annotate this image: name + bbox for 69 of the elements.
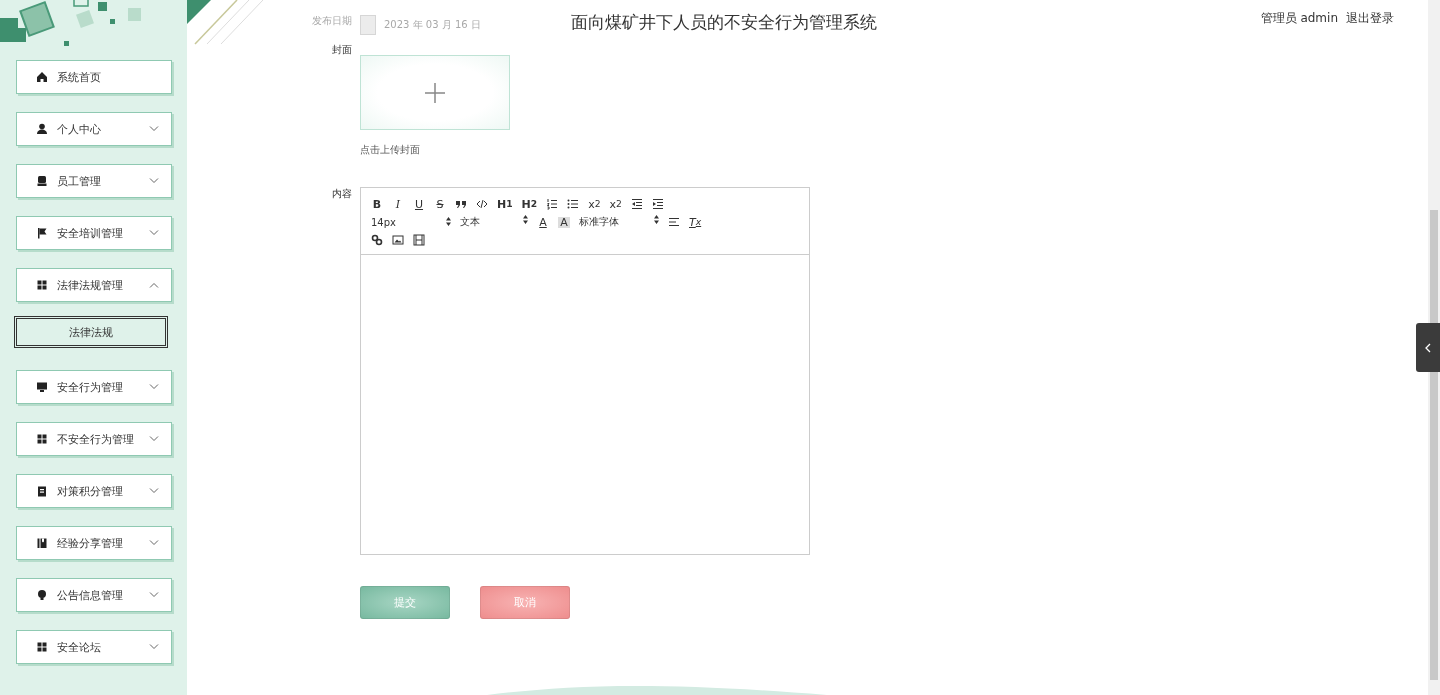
chevron-down-icon — [149, 178, 159, 184]
page-title: 面向煤矿井下人员的不安全行为管理系统 — [571, 10, 877, 34]
format-button[interactable]: A — [537, 216, 549, 228]
clipboard-icon — [36, 485, 48, 497]
home-icon — [36, 71, 48, 83]
image-icon[interactable] — [392, 234, 404, 246]
field-label: 发布日期 — [311, 14, 352, 28]
bullet-list-icon[interactable] — [567, 198, 580, 210]
code-icon[interactable] — [476, 198, 488, 210]
chevron-down-icon — [149, 644, 159, 650]
chevron-down-icon — [149, 488, 159, 494]
monitor-icon — [36, 381, 48, 393]
upload-hint: 点击上传封面 — [360, 143, 421, 157]
format-button[interactable]: U — [413, 198, 425, 210]
chevron-down-icon — [149, 230, 159, 236]
menu-item[interactable]: 安全论坛 — [16, 630, 172, 664]
field-label: 内容 — [331, 187, 352, 201]
indent-icon[interactable] — [651, 198, 664, 210]
align-icon[interactable] — [668, 216, 680, 228]
menu-item[interactable]: 员工管理 — [16, 164, 172, 198]
link-icon[interactable] — [371, 234, 383, 246]
format-dropdown[interactable]: 文本 — [460, 215, 528, 229]
quote-icon[interactable] — [455, 198, 467, 210]
sort-arrows-icon — [523, 215, 528, 224]
collapse-tab[interactable] — [1416, 323, 1440, 372]
calendar-icon — [360, 14, 376, 35]
menu-item[interactable]: 个人中心 — [16, 112, 172, 146]
sort-arrows-icon — [446, 216, 451, 226]
flag-icon — [36, 227, 48, 239]
menu-item[interactable]: 经验分享管理 — [16, 526, 172, 560]
grid-icon — [36, 279, 48, 291]
grid-icon — [36, 641, 48, 653]
scrollbar[interactable] — [1428, 0, 1440, 695]
chevron-down-icon — [149, 436, 159, 442]
chevron-down-icon — [149, 384, 159, 390]
format-button[interactable]: A — [558, 216, 570, 228]
sort-arrows-icon — [654, 215, 659, 224]
chevron-left-icon — [1425, 342, 1431, 353]
chevron-down-icon — [149, 126, 159, 132]
user-name: 管理员 admin — [1260, 10, 1338, 27]
menu-item[interactable]: 安全行为管理 — [16, 370, 172, 404]
logout-link[interactable]: 退出登录 — [1346, 10, 1394, 27]
menu-item[interactable]: 不安全行为管理 — [16, 422, 172, 456]
format-button[interactable]: B — [371, 198, 383, 210]
book-icon — [36, 537, 48, 549]
menu-item[interactable]: 法律法规管理 — [16, 268, 172, 302]
chevron-down-icon — [149, 592, 159, 598]
outdent-icon[interactable] — [630, 198, 643, 210]
grid-icon — [36, 433, 48, 445]
submenu-item[interactable]: 法律法规 — [14, 316, 168, 348]
menu-item[interactable]: 公告信息管理 — [16, 578, 172, 612]
format-button[interactable]: I — [392, 198, 404, 210]
format-dropdown[interactable]: 标准字体 — [579, 215, 659, 229]
numbered-list-icon[interactable] — [546, 198, 559, 210]
video-icon[interactable] — [413, 234, 425, 246]
scrollbar-thumb[interactable] — [1430, 210, 1438, 680]
seat-icon — [36, 175, 48, 187]
chevron-up-icon — [149, 282, 159, 288]
menu-item[interactable]: 安全培训管理 — [16, 216, 172, 250]
format-button[interactable]: S — [434, 198, 446, 210]
chevron-down-icon — [149, 540, 159, 546]
menu-item[interactable]: 对策积分管理 — [16, 474, 172, 508]
date-value: 2023 年 03 月 16 日 — [384, 17, 481, 32]
user-icon — [36, 123, 48, 135]
menu-item[interactable]: 系统首页 — [16, 60, 172, 94]
format-dropdown[interactable]: 14px — [371, 216, 451, 228]
bulb-icon — [36, 589, 48, 601]
field-label: 封面 — [331, 43, 352, 57]
plus-icon — [424, 81, 446, 104]
